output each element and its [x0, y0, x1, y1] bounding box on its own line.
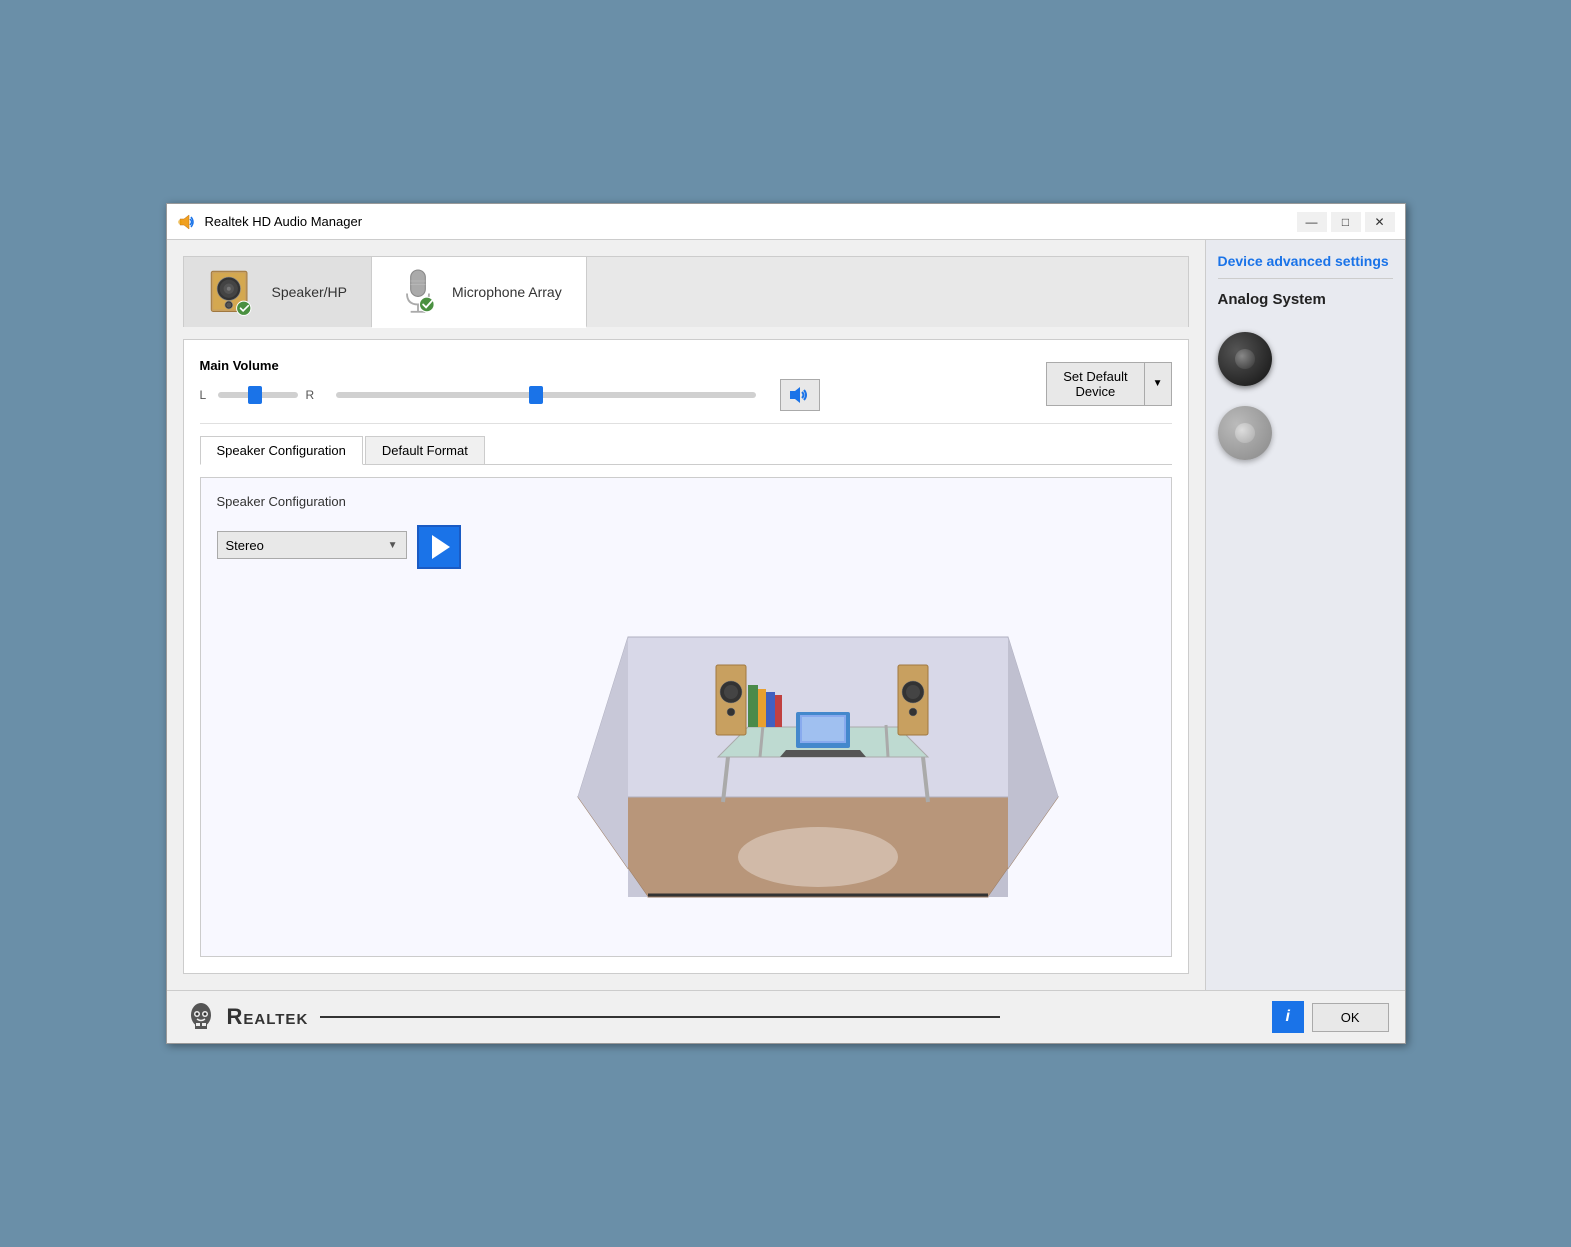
play-icon — [432, 535, 450, 559]
speaker-tab-label: Speaker/HP — [272, 284, 347, 300]
room-visualization — [481, 494, 1155, 940]
device-advanced-settings-title: Device advanced settings — [1218, 252, 1393, 279]
tab-default-format[interactable]: Default Format — [365, 436, 485, 464]
realtek-divider-line — [320, 1016, 1000, 1018]
realtek-brand-icon — [183, 999, 219, 1035]
tab-speaker-hp[interactable]: Speaker/HP — [184, 257, 372, 327]
tab-speaker-configuration[interactable]: Speaker Configuration — [200, 436, 363, 465]
maximize-button[interactable]: □ — [1331, 212, 1361, 232]
analog-circle-light[interactable] — [1218, 406, 1272, 460]
analog-circle-dark[interactable] — [1218, 332, 1272, 386]
app-icon — [177, 212, 197, 232]
minimize-button[interactable]: — — [1297, 212, 1327, 232]
analog-circle-light-inner — [1235, 423, 1255, 443]
speaker-volume-icon — [788, 384, 812, 406]
titlebar: Realtek HD Audio Manager — □ ✕ — [167, 204, 1405, 240]
set-default-dropdown-arrow[interactable]: ▼ — [1144, 362, 1172, 406]
info-button[interactable]: i — [1272, 1001, 1304, 1033]
inner-tabs: Speaker Configuration Default Format — [200, 436, 1172, 465]
dropdown-arrow-icon: ▼ — [388, 540, 398, 551]
main-panel: Speaker/HP — [167, 240, 1205, 990]
volume-icon-button[interactable] — [780, 379, 820, 411]
speaker-config-dropdown[interactable]: Stereo ▼ — [217, 531, 407, 559]
tab-microphone-array[interactable]: Microphone Array — [372, 257, 587, 328]
volume-thumb[interactable] — [529, 386, 543, 404]
bottom-bar: Realtek i OK — [167, 990, 1405, 1043]
speaker-config-label: Speaker Configuration — [217, 494, 461, 509]
ok-button[interactable]: OK — [1312, 1003, 1389, 1032]
balance-thumb[interactable] — [248, 386, 262, 404]
realtek-logo: Realtek — [183, 999, 1001, 1035]
main-window: Realtek HD Audio Manager — □ ✕ — [166, 203, 1406, 1044]
volume-row: L R — [200, 379, 1035, 411]
balance-l-label: L — [200, 388, 210, 402]
main-volume-label: Main Volume — [200, 358, 280, 373]
close-button[interactable]: ✕ — [1365, 212, 1395, 232]
play-button[interactable] — [417, 525, 461, 569]
analog-system-title: Analog System — [1218, 291, 1393, 308]
speaker-config-content: Speaker Configuration Stereo ▼ — [200, 477, 1172, 957]
volume-section: Main Volume L R — [200, 356, 1172, 424]
content-area: Speaker/HP — [167, 240, 1405, 990]
mic-tab-label: Microphone Array — [452, 284, 562, 300]
set-default-main-button[interactable]: Set DefaultDevice — [1046, 362, 1143, 406]
window-title: Realtek HD Audio Manager — [205, 214, 1297, 229]
set-default-device-button[interactable]: Set DefaultDevice ▼ — [1046, 362, 1171, 406]
config-left-panel: Speaker Configuration Stereo ▼ — [217, 494, 461, 940]
analog-circle-dark-inner — [1235, 349, 1255, 369]
device-tabs: Speaker/HP — [183, 256, 1189, 327]
brand-name: Realtek — [227, 1004, 309, 1030]
balance-slider[interactable] — [218, 392, 298, 398]
mic-tab-icon — [396, 266, 440, 318]
speaker-tab-icon — [208, 266, 260, 318]
volume-slider[interactable] — [336, 392, 756, 398]
stereo-value: Stereo — [226, 538, 264, 553]
balance-r-label: R — [306, 388, 316, 402]
right-panel: Device advanced settings Analog System — [1205, 240, 1405, 990]
window-controls: — □ ✕ — [1297, 212, 1395, 232]
main-content-box: Main Volume L R — [183, 339, 1189, 974]
room-svg — [568, 517, 1068, 917]
